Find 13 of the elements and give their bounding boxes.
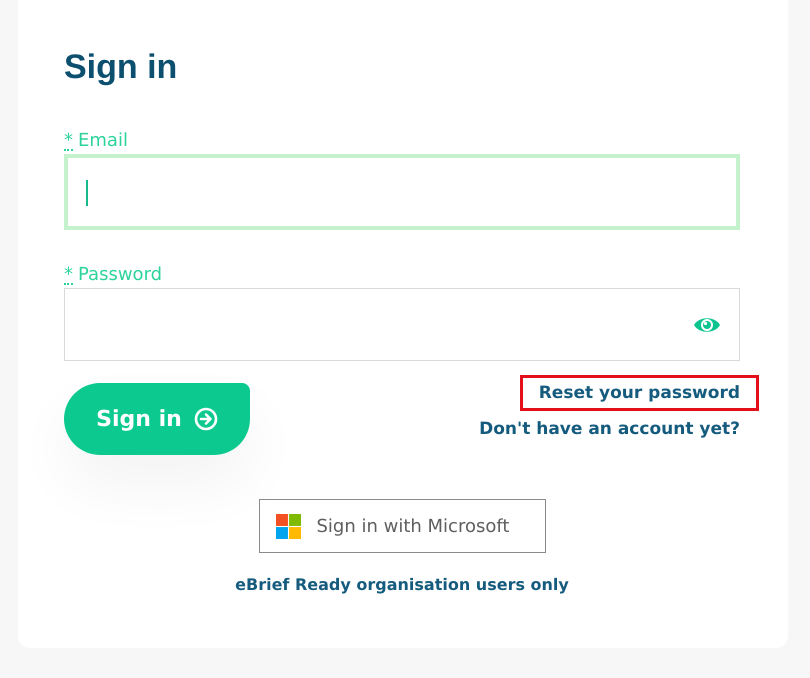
input-field[interactable] bbox=[64, 154, 740, 230]
page-title: Sign in bbox=[64, 47, 178, 88]
field-label: Email bbox=[78, 130, 128, 152]
microsoft-sign-in-button[interactable]: Sign in with Microsoft bbox=[258, 499, 546, 553]
field-label: Password bbox=[78, 264, 162, 286]
info-text: eBrief Ready organisation users only bbox=[234, 575, 570, 594]
required-mark: * bbox=[64, 133, 73, 151]
required-mark: * bbox=[64, 267, 73, 285]
link[interactable]: Don't have an account yet? bbox=[460, 411, 759, 447]
link[interactable]: Reset your password bbox=[520, 375, 759, 411]
arrow-circle-icon bbox=[194, 407, 218, 431]
input-field[interactable] bbox=[64, 288, 740, 361]
four-squares-logo-icon bbox=[276, 514, 300, 538]
